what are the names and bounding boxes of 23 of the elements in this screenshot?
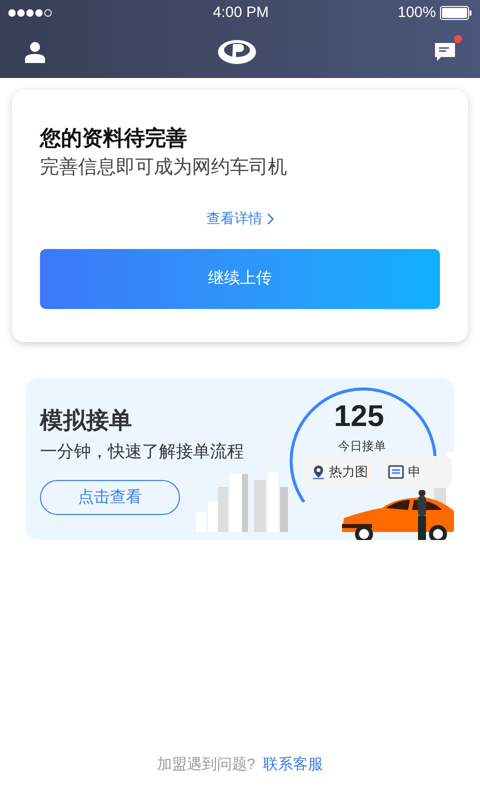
customer-service-link[interactable]: 联系客服 (263, 754, 324, 776)
logo-icon (217, 38, 257, 66)
user-icon[interactable] (24, 41, 46, 63)
status-time: 4:00 PM (212, 2, 269, 23)
chip-label: 热力图 (329, 463, 368, 482)
card-title: 您的资料待完善 (40, 126, 188, 152)
simulation-title: 模拟接单 (40, 406, 133, 435)
order-count: 125 (334, 402, 384, 432)
view-button[interactable]: 点击查看 (40, 480, 180, 516)
location-pin-icon (312, 464, 325, 480)
chevron-right-icon (266, 212, 274, 224)
chat-icon (434, 41, 456, 63)
order-count-label: 今日接单 (338, 438, 386, 455)
chip-label: 申 (408, 463, 421, 482)
help-question: 加盟遇到问题? (156, 754, 256, 774)
card-subtitle: 完善信息即可成为网约车司机 (40, 156, 288, 180)
signal-icon (8, 9, 52, 17)
simulation-subtitle: 一分钟，快速了解接单流程 (40, 440, 245, 463)
details-link[interactable]: 查看详情 (206, 208, 274, 229)
battery-percent: 100% (398, 2, 436, 23)
message-icon (388, 465, 404, 479)
battery-icon (440, 6, 472, 20)
continue-upload-button[interactable]: 继续上传 (40, 249, 440, 309)
